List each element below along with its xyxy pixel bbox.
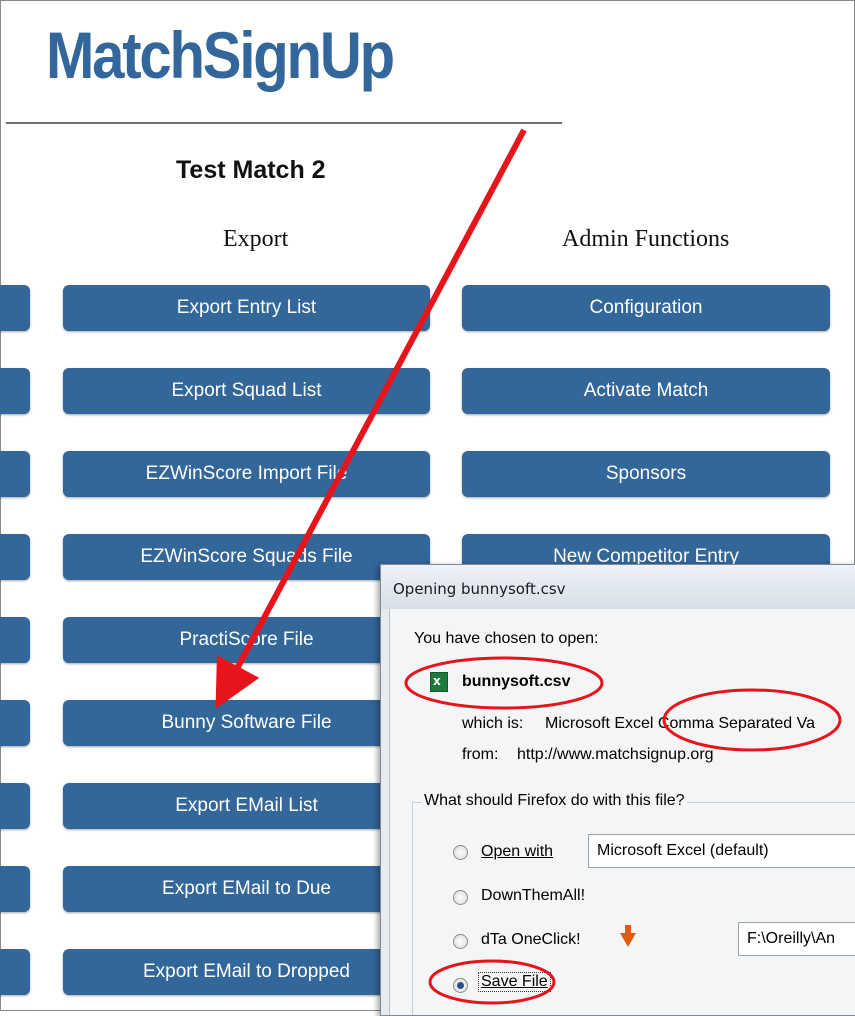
downthemall-radio[interactable] [453,890,468,905]
site-logo[interactable]: MatchSignUp [46,22,395,88]
save-file-radio[interactable] [453,978,468,993]
open-with-label[interactable]: Open with [481,843,553,861]
dta-oneclick-radio[interactable] [453,934,468,949]
left-column-button-5[interactable] [0,617,30,663]
which-is-label: which is: [462,715,524,732]
open-with-dropdown[interactable]: Microsoft Excel (default) [588,834,855,868]
header-divider [6,122,562,124]
left-column-button-3[interactable] [0,451,30,497]
save-file-label[interactable]: Save File [478,972,551,992]
orange-arrow-icon [620,925,636,947]
downthemall-label[interactable]: DownThemAll! [481,887,585,905]
left-column-button-2[interactable] [0,368,30,414]
match-title: Test Match 2 [176,156,326,184]
export-email-to-due-button[interactable]: Export EMail to Due [63,866,430,912]
export-entry-list-button[interactable]: Export Entry List [63,285,430,331]
excel-csv-icon: x [430,672,448,692]
admin-column-heading: Admin Functions [562,226,730,252]
export-column-heading: Export [223,226,289,252]
bunny-software-file-button[interactable]: Bunny Software File [63,700,430,746]
left-column-button-8[interactable] [0,866,30,912]
open-with-text: Open with [481,843,554,860]
source-url: http://www.matchsignup.org [517,746,714,763]
sponsors-button[interactable]: Sponsors [462,451,830,497]
open-with-radio[interactable] [453,845,468,860]
configuration-button[interactable]: Configuration [462,285,830,331]
file-type-value: Microsoft Excel Comma Separated Va [545,715,816,732]
ezwinscore-squads-file-button[interactable]: EZWinScore Squads File [63,534,430,580]
from-label: from: [462,746,499,763]
export-email-to-dropped-button[interactable]: Export EMail to Dropped [63,949,430,995]
export-email-list-button[interactable]: Export EMail List [63,783,430,829]
left-column-button-4[interactable] [0,534,30,580]
left-column-button-9[interactable] [0,949,30,995]
left-column-button-6[interactable] [0,700,30,746]
chosen-to-open-label: You have chosen to open: [414,630,599,647]
ezwinscore-import-file-button[interactable]: EZWinScore Import File [63,451,430,497]
save-file-text: Save File [481,973,548,990]
file-name: bunnysoft.csv [462,673,571,690]
practiscore-file-button[interactable]: PractiScore File [63,617,430,663]
export-squad-list-button[interactable]: Export Squad List [63,368,430,414]
action-question: What should Firefox do with this file? [422,792,687,810]
dta-path-field[interactable]: F:\Oreilly\An [738,922,855,956]
left-column-button-7[interactable] [0,783,30,829]
dialog-titlebar[interactable]: Opening bunnysoft.csv [381,565,855,609]
activate-match-button[interactable]: Activate Match [462,368,830,414]
dta-oneclick-label[interactable]: dTa OneClick! [481,931,581,949]
left-column-button-1[interactable] [0,285,30,331]
dialog-title: Opening bunnysoft.csv [393,580,566,598]
